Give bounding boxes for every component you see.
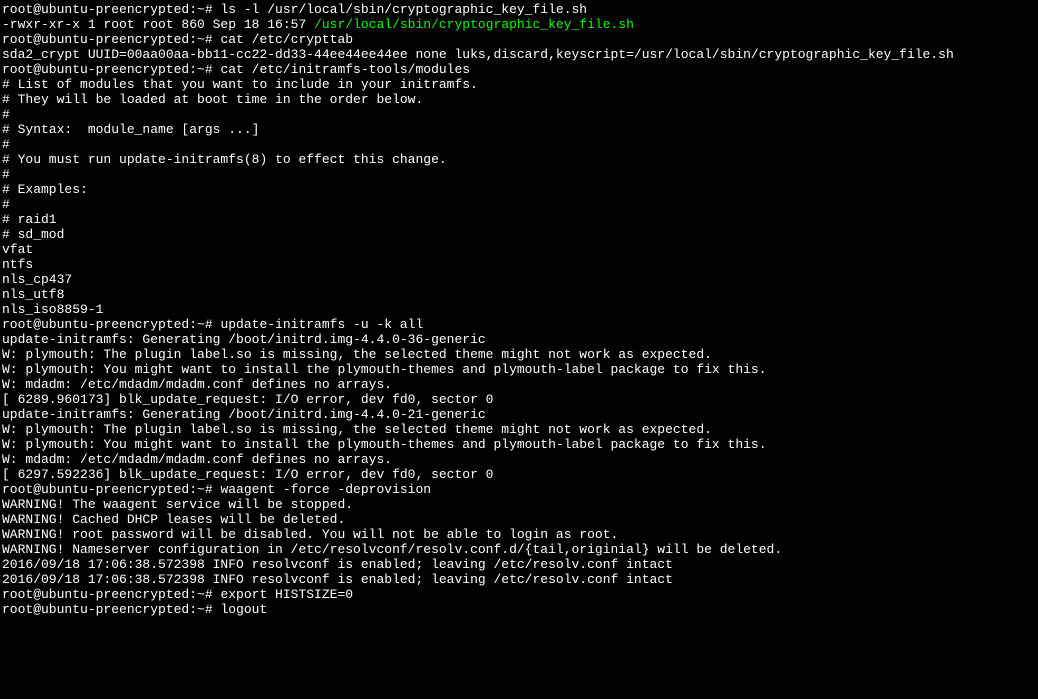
output-line: # Examples: [2,182,88,197]
command: cat /etc/crypttab [220,32,353,47]
output-line: sda2_crypt UUID=00aa00aa-bb11-cc22-dd33-… [2,47,954,62]
output-line: WARNING! The waagent service will be sto… [2,497,353,512]
output-line: # [2,197,10,212]
command: logout [220,602,267,617]
command: cat /etc/initramfs-tools/modules [220,62,470,77]
output-line: W: plymouth: The plugin label.so is miss… [2,422,712,437]
output-line: nls_utf8 [2,287,64,302]
output-line: nls_iso8859-1 [2,302,103,317]
output-line: # [2,167,10,182]
prompt: root@ubuntu-preencrypted:~# [2,62,220,77]
ls-output-perms: -rwxr-xr-x 1 root root 860 Sep 18 16:57 [2,17,314,32]
output-line: ntfs [2,257,33,272]
output-line: # Syntax: module_name [args ...] [2,122,259,137]
output-line: W: plymouth: You might want to install t… [2,437,767,452]
output-line: W: plymouth: You might want to install t… [2,362,767,377]
output-line: # You must run update-initramfs(8) to ef… [2,152,447,167]
command: export HISTSIZE=0 [220,587,353,602]
output-line: W: plymouth: The plugin label.so is miss… [2,347,712,362]
prompt: root@ubuntu-preencrypted:~# [2,482,220,497]
command: update-initramfs -u -k all [220,317,423,332]
output-line: nls_cp437 [2,272,72,287]
output-line: # [2,137,10,152]
output-line: WARNING! Cached DHCP leases will be dele… [2,512,345,527]
prompt: root@ubuntu-preencrypted:~# [2,602,220,617]
output-line: WARNING! root password will be disabled.… [2,527,618,542]
output-line: # They will be loaded at boot time in th… [2,92,423,107]
output-line: update-initramfs: Generating /boot/initr… [2,332,486,347]
prompt: root@ubuntu-preencrypted:~# [2,32,220,47]
output-line: [ 6289.960173] blk_update_request: I/O e… [2,392,493,407]
command: waagent -force -deprovision [220,482,431,497]
output-line: 2016/09/18 17:06:38.572398 INFO resolvco… [2,557,673,572]
output-line: # raid1 [2,212,57,227]
output-line: WARNING! Nameserver configuration in /et… [2,542,782,557]
output-line: vfat [2,242,33,257]
output-line: # List of modules that you want to inclu… [2,77,478,92]
output-line: # [2,107,10,122]
prompt: root@ubuntu-preencrypted:~# [2,317,220,332]
ls-output-path: /usr/local/sbin/cryptographic_key_file.s… [314,17,634,32]
output-line: update-initramfs: Generating /boot/initr… [2,407,486,422]
output-line: [ 6297.592236] blk_update_request: I/O e… [2,467,493,482]
output-line: # sd_mod [2,227,64,242]
command: ls -l /usr/local/sbin/cryptographic_key_… [220,2,587,17]
prompt: root@ubuntu-preencrypted:~# [2,2,220,17]
terminal-output[interactable]: root@ubuntu-preencrypted:~# ls -l /usr/l… [0,0,1038,619]
output-line: 2016/09/18 17:06:38.572398 INFO resolvco… [2,572,673,587]
output-line: W: mdadm: /etc/mdadm/mdadm.conf defines … [2,377,392,392]
prompt: root@ubuntu-preencrypted:~# [2,587,220,602]
output-line: W: mdadm: /etc/mdadm/mdadm.conf defines … [2,452,392,467]
